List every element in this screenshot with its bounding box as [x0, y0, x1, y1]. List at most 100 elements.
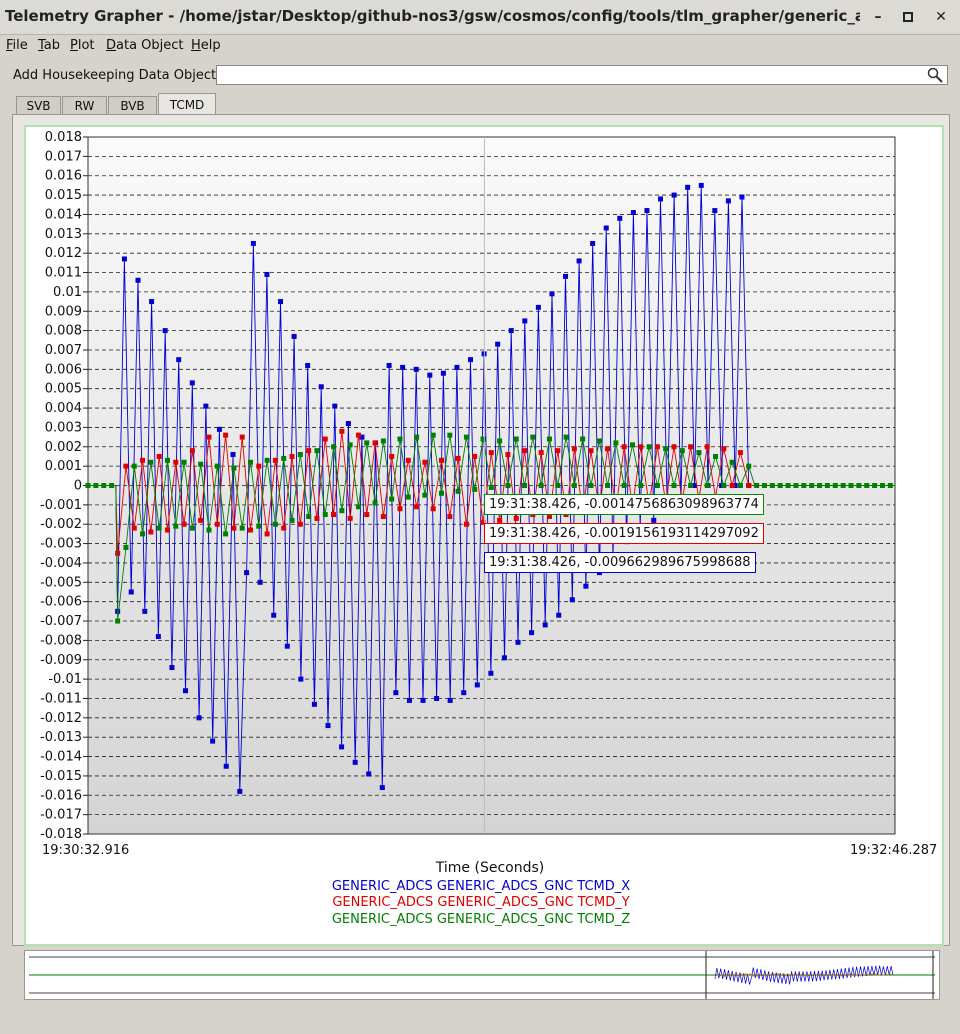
data-point: [347, 515, 353, 521]
data-point: [289, 517, 295, 523]
y-tick-label: 0.001: [45, 459, 82, 474]
data-point: [529, 630, 535, 636]
data-point: [472, 453, 478, 459]
data-point: [488, 670, 494, 676]
data-point: [621, 483, 627, 488]
data-point: [216, 426, 222, 432]
data-point: [879, 483, 885, 488]
overview-plot[interactable]: [25, 951, 939, 999]
data-point: [248, 527, 254, 533]
y-tick-label: -0.012: [40, 711, 82, 726]
data-point: [210, 738, 216, 744]
data-point: [671, 444, 677, 450]
data-point: [793, 483, 799, 488]
data-point: [176, 357, 182, 363]
data-point: [206, 434, 212, 440]
data-point: [704, 483, 710, 488]
data-point: [128, 589, 134, 595]
data-point: [474, 682, 480, 688]
data-point: [658, 196, 664, 202]
data-point: [644, 208, 650, 214]
data-point: [278, 299, 284, 305]
data-point: [754, 483, 760, 488]
y-tick-label: 0.008: [45, 324, 82, 339]
y-tick-label: 0.003: [45, 420, 82, 435]
data-point: [364, 512, 370, 518]
data-point: [439, 490, 445, 496]
x-start-label: 19:30:32.916: [42, 843, 130, 858]
y-tick-label: 0.011: [45, 266, 82, 281]
y-tick-label: -0.003: [40, 537, 82, 552]
data-point: [864, 483, 870, 488]
legend-tcmd-z: GENERIC_ADCS GENERIC_ADCS_GNC TCMD_Z: [331, 912, 631, 927]
data-point: [164, 527, 170, 533]
overview-strip[interactable]: [24, 950, 940, 1000]
data-point: [148, 459, 154, 465]
data-point: [256, 463, 262, 469]
data-point: [248, 459, 254, 465]
data-point: [380, 513, 386, 519]
data-point: [671, 483, 677, 488]
data-point: [189, 380, 195, 386]
data-point: [372, 500, 378, 506]
data-point: [455, 488, 461, 494]
data-point: [339, 428, 345, 434]
data-point: [355, 504, 361, 510]
data-point: [400, 364, 406, 370]
data-point: [515, 639, 521, 645]
data-point: [590, 240, 596, 246]
data-point: [123, 544, 129, 550]
data-point: [605, 483, 611, 488]
data-point: [427, 372, 433, 378]
data-point: [297, 521, 303, 527]
data-point: [508, 328, 514, 334]
y-tick-label: -0.007: [40, 614, 82, 629]
data-point: [142, 608, 148, 614]
data-point: [289, 453, 295, 459]
data-point: [414, 434, 420, 440]
data-point: [244, 570, 250, 576]
data-point: [739, 194, 745, 200]
data-point: [455, 455, 461, 461]
data-point: [406, 697, 412, 703]
data-point: [654, 483, 660, 488]
data-point: [737, 450, 743, 456]
data-point: [318, 384, 324, 390]
data-point: [281, 455, 287, 461]
data-point: [497, 438, 503, 444]
legend-tcmd-y: GENERIC_ADCS GENERIC_ADCS_GNC TCMD_Y: [332, 895, 630, 910]
data-point: [135, 277, 141, 283]
data-point: [434, 695, 440, 701]
data-point: [85, 483, 91, 488]
y-tick-label: -0.008: [40, 633, 82, 648]
data-point: [239, 434, 245, 440]
data-point: [817, 483, 823, 488]
data-point: [131, 525, 137, 531]
data-point: [605, 446, 611, 452]
y-tick-label: 0.014: [45, 207, 82, 222]
y-tick-label: -0.017: [40, 808, 82, 823]
data-point: [555, 448, 561, 454]
y-tick-label: 0: [74, 479, 82, 494]
data-point: [513, 515, 519, 521]
data-point: [488, 450, 494, 456]
data-point: [555, 483, 561, 488]
data-point: [420, 697, 426, 703]
data-point: [181, 521, 187, 527]
y-tick-label: -0.013: [40, 730, 82, 745]
data-point: [198, 517, 204, 523]
data-point: [721, 446, 727, 452]
data-point: [223, 763, 229, 769]
data-point: [447, 697, 453, 703]
data-point: [272, 521, 278, 527]
data-point: [769, 483, 775, 488]
data-point: [688, 483, 694, 488]
data-point: [322, 436, 328, 442]
data-point: [397, 506, 403, 512]
data-point: [440, 370, 446, 376]
y-tick-label: 0.013: [45, 227, 82, 242]
y-axis-ticks: 0.018 0.017 0.016 0.015 0.014 0.013 0.012 0.011…: [40, 130, 88, 842]
data-point: [115, 618, 121, 624]
data-point: [347, 442, 353, 448]
data-point: [580, 436, 586, 442]
